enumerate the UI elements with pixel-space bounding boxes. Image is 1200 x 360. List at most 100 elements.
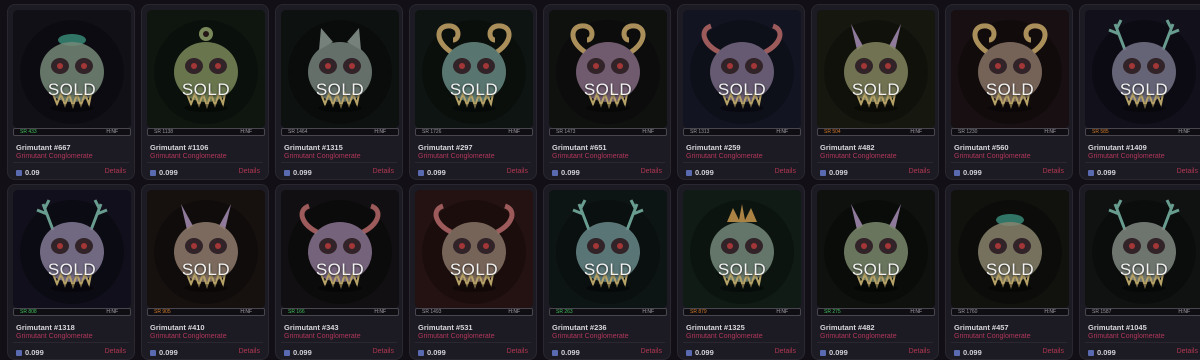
details-link[interactable]: Details xyxy=(373,348,394,355)
collection-link[interactable]: Grimutant Conglomerate xyxy=(150,153,227,160)
currency-icon xyxy=(16,170,22,176)
nft-image[interactable]: SOLD xyxy=(147,10,265,128)
nft-image[interactable]: SOLD xyxy=(549,190,667,308)
rarity-rank: SR 585 xyxy=(1092,129,1109,135)
nft-card[interactable]: SOLD SR 1138 H:NF Grimutant #1106 Grimut… xyxy=(141,4,269,180)
currency-icon xyxy=(820,170,826,176)
collection-link[interactable]: Grimutant Conglomerate xyxy=(1088,333,1165,340)
collection-link[interactable]: Grimutant Conglomerate xyxy=(418,153,495,160)
price-value: 0.099 xyxy=(427,348,446,357)
nft-card[interactable]: SOLD SR 1726 H:NF Grimutant #297 Grimuta… xyxy=(409,4,537,180)
nft-card[interactable]: SOLD SR 504 H:NF Grimutant #482 Grimutan… xyxy=(811,4,939,180)
rarity-tag: H:NF xyxy=(508,129,520,135)
collection-link[interactable]: Grimutant Conglomerate xyxy=(284,333,361,340)
details-link[interactable]: Details xyxy=(239,348,260,355)
nft-card[interactable]: SOLD SR 433 H:NF Grimutant #667 Grimutan… xyxy=(7,4,135,180)
collection-link[interactable]: Grimutant Conglomerate xyxy=(284,153,361,160)
nft-card[interactable]: SOLD SR 1760 H:NF Grimutant #457 Grimuta… xyxy=(945,184,1073,360)
nft-image[interactable]: SOLD xyxy=(549,10,667,128)
details-link[interactable]: Details xyxy=(909,348,930,355)
nft-image[interactable]: SOLD xyxy=(415,10,533,128)
price: 0.099 xyxy=(820,348,848,357)
price: 0.099 xyxy=(552,348,580,357)
details-link[interactable]: Details xyxy=(641,348,662,355)
nft-image[interactable]: SOLD xyxy=(415,190,533,308)
nft-image[interactable]: SOLD xyxy=(817,190,935,308)
rarity-tag: H:NF xyxy=(374,129,386,135)
image-overlay xyxy=(415,10,533,128)
price-value: 0.099 xyxy=(1097,348,1116,357)
nft-card[interactable]: SOLD SR 1587 H:NF Grimutant #1045 Grimut… xyxy=(1079,184,1200,360)
nft-card[interactable]: SOLD SR 263 H:NF Grimutant #236 Grimutan… xyxy=(543,184,671,360)
details-link[interactable]: Details xyxy=(507,348,528,355)
rarity-bar: SR 166 H:NF xyxy=(281,308,399,316)
divider xyxy=(549,342,665,343)
collection-link[interactable]: Grimutant Conglomerate xyxy=(418,333,495,340)
rarity-bar: SR 905 H:NF xyxy=(147,308,265,316)
rarity-rank: SR 1587 xyxy=(1092,309,1112,315)
collection-link[interactable]: Grimutant Conglomerate xyxy=(16,153,93,160)
image-overlay xyxy=(951,190,1069,308)
nft-image[interactable]: SOLD xyxy=(1085,10,1200,128)
nft-image[interactable]: SOLD xyxy=(1085,190,1200,308)
nft-image[interactable]: SOLD xyxy=(951,10,1069,128)
nft-image[interactable]: SOLD xyxy=(683,190,801,308)
nft-card[interactable]: SOLD SR 905 H:NF Grimutant #410 Grimutan… xyxy=(141,184,269,360)
collection-link[interactable]: Grimutant Conglomerate xyxy=(686,153,763,160)
nft-card[interactable]: SOLD SR 1313 H:NF Grimutant #259 Grimuta… xyxy=(677,4,805,180)
details-link[interactable]: Details xyxy=(105,168,126,175)
rarity-tag: H:NF xyxy=(508,309,520,315)
nft-image[interactable]: SOLD xyxy=(951,190,1069,308)
nft-image[interactable]: SOLD xyxy=(13,10,131,128)
nft-image[interactable]: SOLD xyxy=(281,190,399,308)
details-link[interactable]: Details xyxy=(1043,348,1064,355)
collection-link[interactable]: Grimutant Conglomerate xyxy=(16,333,93,340)
collection-link[interactable]: Grimutant Conglomerate xyxy=(820,333,897,340)
nft-image[interactable]: SOLD xyxy=(683,10,801,128)
price: 0.099 xyxy=(418,168,446,177)
collection-link[interactable]: Grimutant Conglomerate xyxy=(820,153,897,160)
rarity-rank: SR 905 xyxy=(154,309,171,315)
nft-card[interactable]: SOLD SR 1230 H:NF Grimutant #560 Grimuta… xyxy=(945,4,1073,180)
details-link[interactable]: Details xyxy=(1043,168,1064,175)
details-link[interactable]: Details xyxy=(1177,168,1198,175)
nft-card[interactable]: SOLD SR 1493 H:NF Grimutant #531 Grimuta… xyxy=(409,184,537,360)
divider xyxy=(281,162,397,163)
collection-link[interactable]: Grimutant Conglomerate xyxy=(552,333,629,340)
collection-link[interactable]: Grimutant Conglomerate xyxy=(954,153,1031,160)
nft-image[interactable]: SOLD xyxy=(817,10,935,128)
nft-card[interactable]: SOLD SR 1473 H:NF Grimutant #651 Grimuta… xyxy=(543,4,671,180)
nft-card[interactable]: SOLD SR 275 H:NF Grimutant #482 Grimutan… xyxy=(811,184,939,360)
nft-image[interactable]: SOLD xyxy=(281,10,399,128)
nft-card[interactable]: SOLD SR 808 H:NF Grimutant #1318 Grimuta… xyxy=(7,184,135,360)
sold-label: SOLD xyxy=(717,260,767,279)
nft-card[interactable]: SOLD SR 879 H:NF Grimutant #1325 Grimuta… xyxy=(677,184,805,360)
collection-link[interactable]: Grimutant Conglomerate xyxy=(552,153,629,160)
collection-link[interactable]: Grimutant Conglomerate xyxy=(686,333,763,340)
details-link[interactable]: Details xyxy=(373,168,394,175)
details-link[interactable]: Details xyxy=(507,168,528,175)
nft-title: Grimutant #236 xyxy=(552,323,607,332)
nft-card[interactable]: SOLD SR 1464 H:NF Grimutant #1315 Grimut… xyxy=(275,4,403,180)
nft-card[interactable]: SOLD SR 166 H:NF Grimutant #343 Grimutan… xyxy=(275,184,403,360)
nft-image[interactable]: SOLD xyxy=(13,190,131,308)
image-overlay xyxy=(1085,10,1200,128)
details-link[interactable]: Details xyxy=(775,348,796,355)
nft-card[interactable]: SOLD SR 585 H:NF Grimutant #1409 Grimuta… xyxy=(1079,4,1200,180)
collection-link[interactable]: Grimutant Conglomerate xyxy=(1088,153,1165,160)
details-link[interactable]: Details xyxy=(775,168,796,175)
details-link[interactable]: Details xyxy=(641,168,662,175)
collection-link[interactable]: Grimutant Conglomerate xyxy=(150,333,227,340)
details-link[interactable]: Details xyxy=(909,168,930,175)
rarity-tag: H:NF xyxy=(642,309,654,315)
collection-link[interactable]: Grimutant Conglomerate xyxy=(954,333,1031,340)
rarity-bar: SR 1587 H:NF xyxy=(1085,308,1200,316)
rarity-rank: SR 1138 xyxy=(154,129,174,135)
details-link[interactable]: Details xyxy=(105,348,126,355)
rarity-rank: SR 1464 xyxy=(288,129,308,135)
nft-image[interactable]: SOLD xyxy=(147,190,265,308)
price-value: 0.099 xyxy=(695,168,714,177)
nft-title: Grimutant #1106 xyxy=(150,143,209,152)
details-link[interactable]: Details xyxy=(1177,348,1198,355)
details-link[interactable]: Details xyxy=(239,168,260,175)
